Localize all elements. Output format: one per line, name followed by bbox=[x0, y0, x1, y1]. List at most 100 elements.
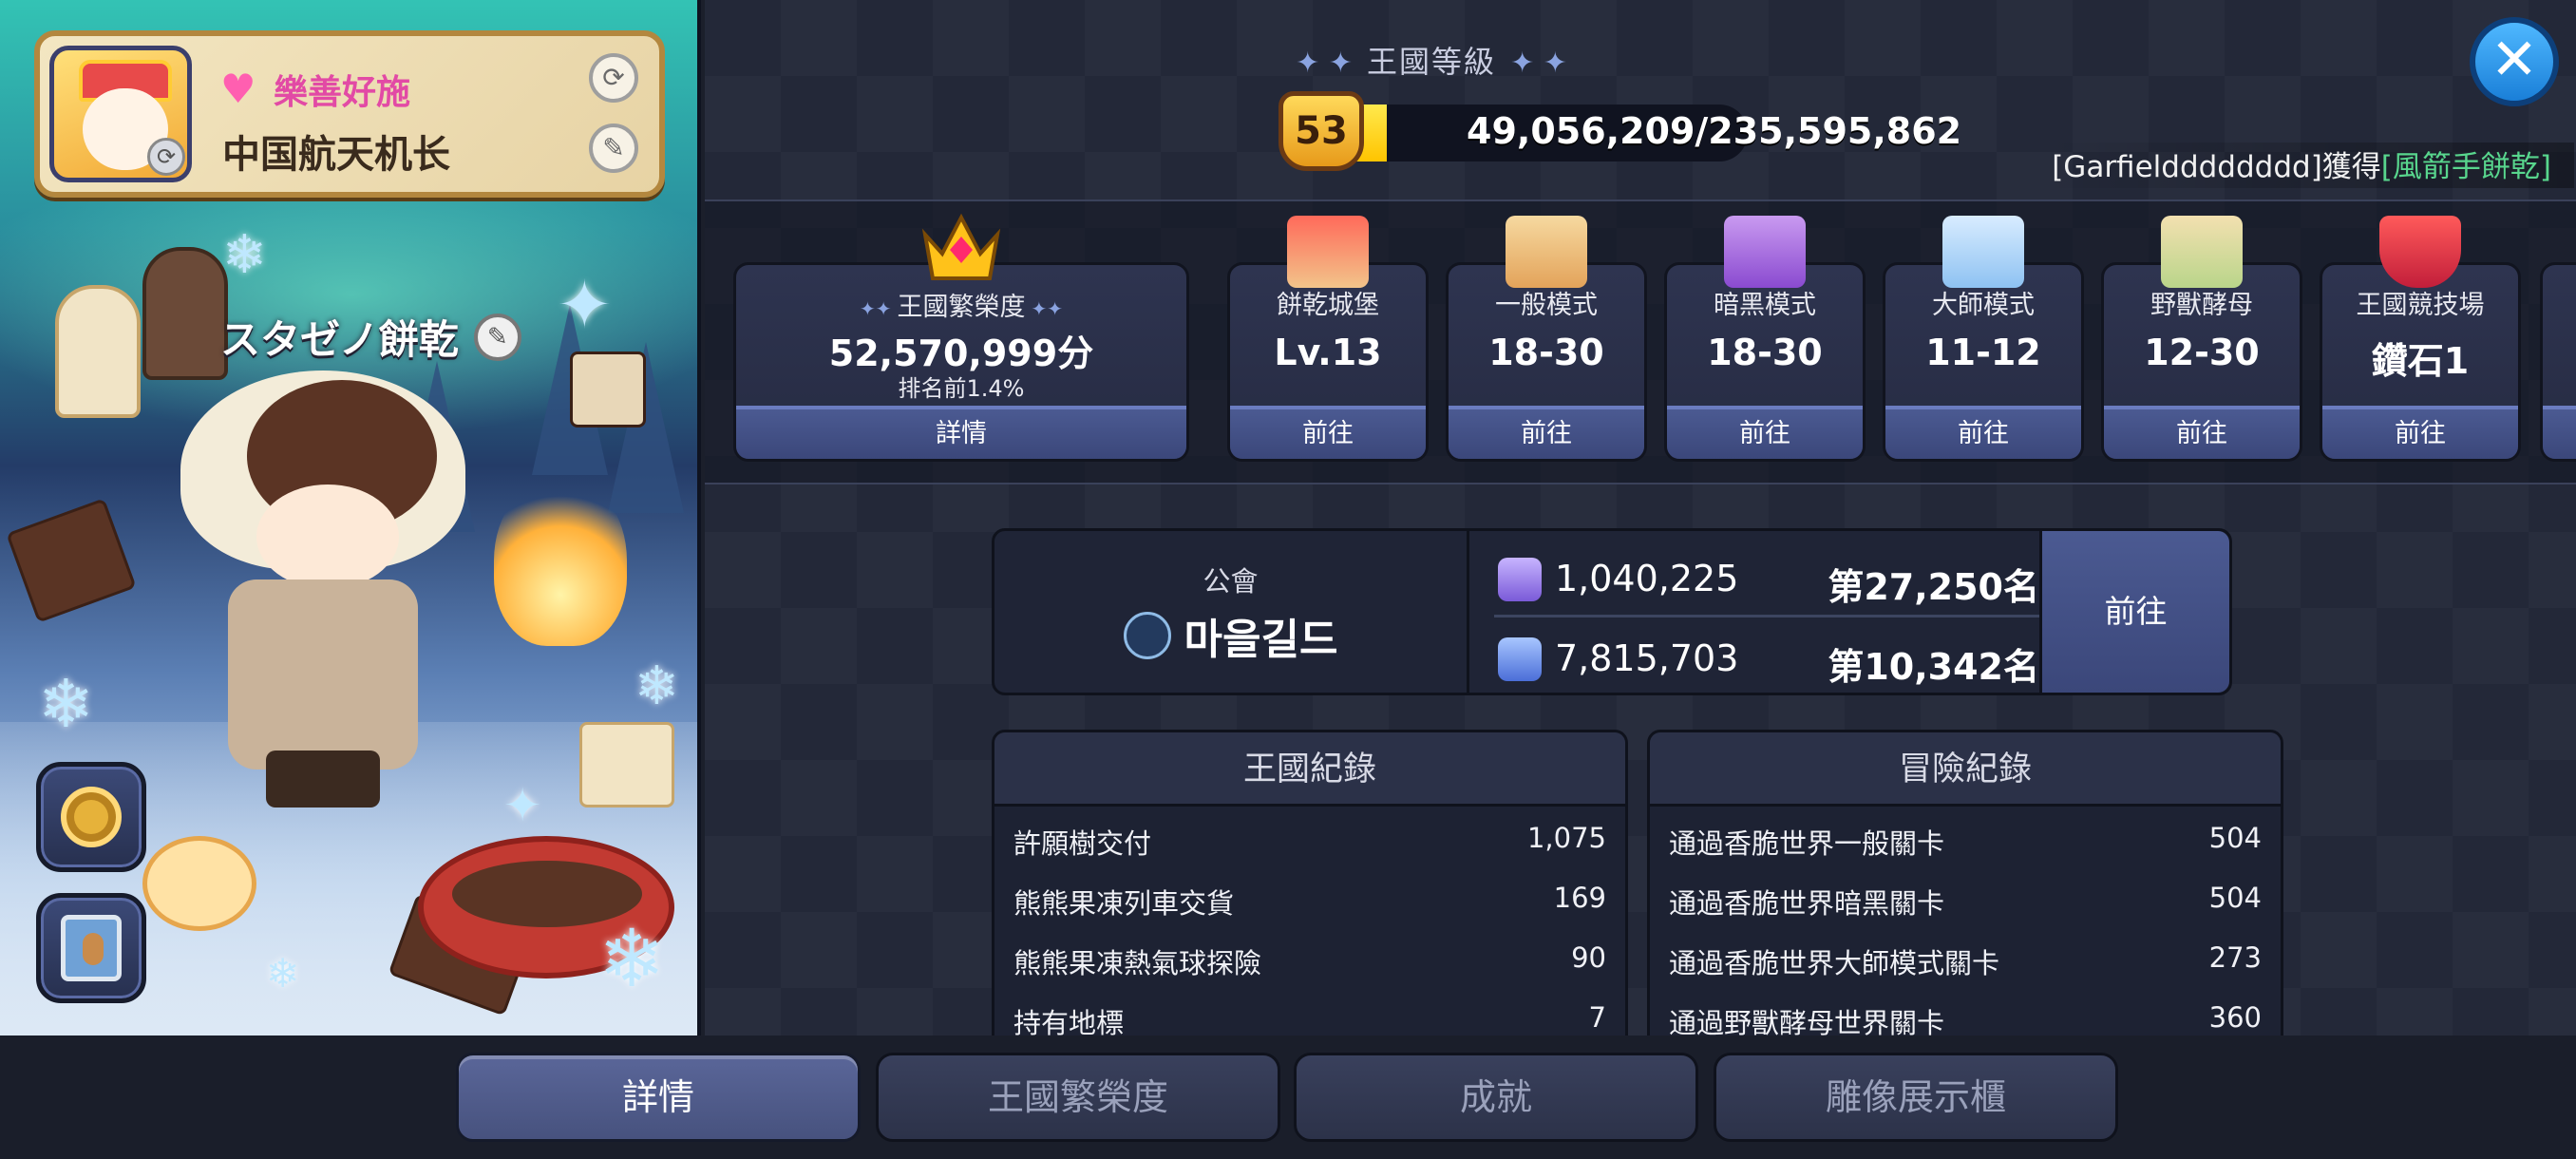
change-cookie-button[interactable]: ✎ bbox=[473, 313, 521, 361]
ticker-highlight: [風箭手餅乾] bbox=[2380, 150, 2551, 184]
stat-card-arena: 王國競技場 鑽石1 前往 bbox=[2320, 216, 2521, 462]
guild-score: 7,815,703 bbox=[1555, 637, 1739, 679]
goto-button[interactable] bbox=[2543, 406, 2576, 459]
goto-button[interactable]: 前往 bbox=[1885, 406, 2081, 459]
badge-button[interactable] bbox=[36, 762, 146, 872]
record-row: 熊熊果凍熱氣球探險 90 bbox=[1013, 941, 1606, 979]
guild-goto-button[interactable]: 前往 bbox=[2039, 531, 2229, 693]
kingdom-level-header: ✦ ✦ 王國等級 ✦ ✦ bbox=[705, 38, 2158, 82]
sparkle-icon: ✦✦ bbox=[1031, 297, 1064, 320]
snowflake-icon: ❄ bbox=[266, 950, 300, 997]
close-button[interactable]: ✕ bbox=[2470, 17, 2559, 106]
profile-card: ⟳ ♥ 樂善好施 中国航天机长 ⟳ ✎ bbox=[34, 30, 665, 198]
kingdom-level-badge: 53 bbox=[1279, 91, 1364, 171]
close-icon: ✕ bbox=[2490, 27, 2539, 93]
guild-shield-icon bbox=[1498, 637, 1542, 681]
prosperity-value: 52,570,999分 bbox=[828, 332, 1094, 374]
tab-statue-showcase[interactable]: 雕像展示櫃 bbox=[1714, 1053, 2118, 1142]
tab-achievements[interactable]: 成就 bbox=[1294, 1053, 1698, 1142]
kingdom-info-panel: ✦ ✦ 王國等級 ✦ ✦ 53 49,056,209/235,595,862 ✕… bbox=[705, 0, 2576, 1043]
crown-icon bbox=[921, 213, 1001, 280]
stat-label: 暗黑模式 bbox=[1714, 291, 1816, 320]
arena-icon bbox=[2379, 216, 2461, 288]
ticker-text: [Garfieldddddddd]獲得 bbox=[2052, 150, 2381, 184]
prosperity-card: ✦✦ 王國繁榮度 ✦✦ 52,570,999分 排名前1.4% 詳情 bbox=[733, 213, 1189, 462]
guild-score-row: 1,040,225 第27,250名 bbox=[1498, 546, 2039, 613]
prosperity-details-button[interactable]: 詳情 bbox=[736, 406, 1186, 459]
goto-button[interactable]: 前往 bbox=[1449, 406, 1644, 459]
record-row: 熊熊果凍列車交貨 169 bbox=[1013, 882, 1606, 920]
goto-button[interactable]: 前往 bbox=[2104, 406, 2300, 459]
bottom-tab-bar: 詳情 王國繁榮度 成就 雕像展示櫃 bbox=[0, 1036, 2576, 1159]
tab-details[interactable]: 詳情 bbox=[456, 1053, 861, 1142]
cookie-portrait-icon bbox=[61, 915, 122, 981]
record-row: 持有地標 7 bbox=[1013, 1001, 1606, 1039]
cookie-name: スタゼノ餅乾 bbox=[220, 316, 459, 363]
guild-trophy-icon bbox=[1498, 558, 1542, 601]
guild-score-row: 7,815,703 第10,342名 bbox=[1498, 626, 2039, 693]
checker-cube bbox=[570, 352, 646, 428]
snowflake-icon: ❄ bbox=[635, 656, 679, 717]
player-name: 中国航天机长 bbox=[222, 133, 450, 177]
stat-label: 一般模式 bbox=[1495, 291, 1598, 320]
record-row: 許願樹交付 1,075 bbox=[1013, 822, 1606, 860]
snowflake-icon: ✦ bbox=[503, 779, 542, 832]
goto-button[interactable]: 前往 bbox=[1667, 406, 1863, 459]
cookie-character bbox=[161, 370, 522, 808]
map-beast-icon bbox=[2161, 216, 2243, 288]
kingdom-level-title: 王國等級 bbox=[1366, 44, 1496, 80]
castle-icon bbox=[1287, 216, 1369, 288]
stat-value: 18-30 bbox=[1707, 332, 1823, 373]
snowflake-icon: ❄ bbox=[598, 912, 666, 1005]
prosperity-rank: 排名前1.4% bbox=[898, 375, 1025, 402]
record-row: 通過香脆世界大師模式關卡 273 bbox=[1669, 941, 2262, 979]
stat-value: 18-30 bbox=[1488, 332, 1604, 373]
prosperity-label: ✦✦ 王國繁榮度 ✦✦ bbox=[859, 293, 1064, 322]
map-dark-icon bbox=[1724, 216, 1806, 288]
medal-icon bbox=[61, 787, 122, 847]
guild-emblem-icon bbox=[1123, 612, 1171, 659]
cookie-showcase-panel: ❄ ✦ ❄ ❄ ❄ ✦ ❄ ⟳ ♥ 樂善好施 中国航天机长 ⟳ ✎ スタゼノ餅乾… bbox=[0, 0, 701, 1036]
snowflake-icon: ❄ bbox=[222, 224, 267, 286]
change-title-button[interactable]: ⟳ bbox=[589, 53, 638, 103]
tab-prosperity[interactable]: 王國繁榮度 bbox=[876, 1053, 1280, 1142]
white-chocolate bbox=[579, 722, 674, 808]
record-row: 通過香脆世界暗黑關卡 504 bbox=[1669, 882, 2262, 920]
stat-card-dark-mode: 暗黑模式 18-30 前往 bbox=[1664, 216, 1866, 462]
stat-value: 鑽石1 bbox=[2371, 340, 2470, 382]
sparkle-icon: ✦ ✦ bbox=[1510, 47, 1567, 80]
photo-button[interactable] bbox=[36, 893, 146, 1003]
sparkle-icon: ✦✦ bbox=[859, 297, 892, 320]
stat-label: 大師模式 bbox=[1932, 291, 2035, 320]
guild-panel: 公會 마을길드 1,040,225 第27,250名 7,815,703 第10… bbox=[992, 528, 2232, 695]
guild-name: 마을길드 bbox=[1184, 616, 1338, 664]
stat-label: 王國競技場 bbox=[2356, 291, 2485, 320]
stat-value: 11-12 bbox=[1925, 332, 2041, 373]
swap-icon[interactable]: ⟳ bbox=[147, 138, 185, 176]
pencil-icon: ✎ bbox=[602, 132, 625, 163]
map-master-icon bbox=[1942, 216, 2024, 288]
stat-label: 野獸酵母 bbox=[2150, 291, 2253, 320]
snowflake-icon: ✦ bbox=[557, 266, 613, 344]
record-row: 通過香脆世界一般關卡 504 bbox=[1669, 822, 2262, 860]
snowflake-icon: ❄ bbox=[38, 665, 94, 743]
stat-card-partial bbox=[2540, 262, 2576, 462]
edit-name-button[interactable]: ✎ bbox=[589, 124, 638, 173]
player-title: 樂善好施 bbox=[274, 73, 411, 112]
adventure-record-title: 冒險紀錄 bbox=[1650, 732, 2281, 807]
adventure-record-panel: 冒險紀錄 通過香脆世界一般關卡 504 通過香脆世界暗黑關卡 504 通過香脆世界大… bbox=[1647, 730, 2283, 1043]
guild-rank: 第10,342名 bbox=[1828, 646, 2039, 688]
marshmallow bbox=[142, 836, 256, 931]
stat-card-beast-yeast: 野獸酵母 12-30 前往 bbox=[2101, 216, 2302, 462]
refresh-icon: ⟳ bbox=[602, 62, 625, 93]
pencil-icon: ✎ bbox=[486, 322, 508, 352]
stat-card-normal-mode: 一般模式 18-30 前往 bbox=[1446, 216, 1647, 462]
goto-button[interactable]: 前往 bbox=[1230, 406, 1426, 459]
goto-button[interactable]: 前往 bbox=[2322, 406, 2518, 459]
guild-score: 1,040,225 bbox=[1555, 558, 1739, 599]
chocolate-bar bbox=[6, 498, 137, 623]
avatar[interactable]: ⟳ bbox=[49, 46, 192, 182]
record-row: 通過野獸酵母世界關卡 360 bbox=[1669, 1001, 2262, 1039]
stat-label: 餅乾城堡 bbox=[1277, 291, 1379, 320]
map-normal-icon bbox=[1506, 216, 1587, 288]
